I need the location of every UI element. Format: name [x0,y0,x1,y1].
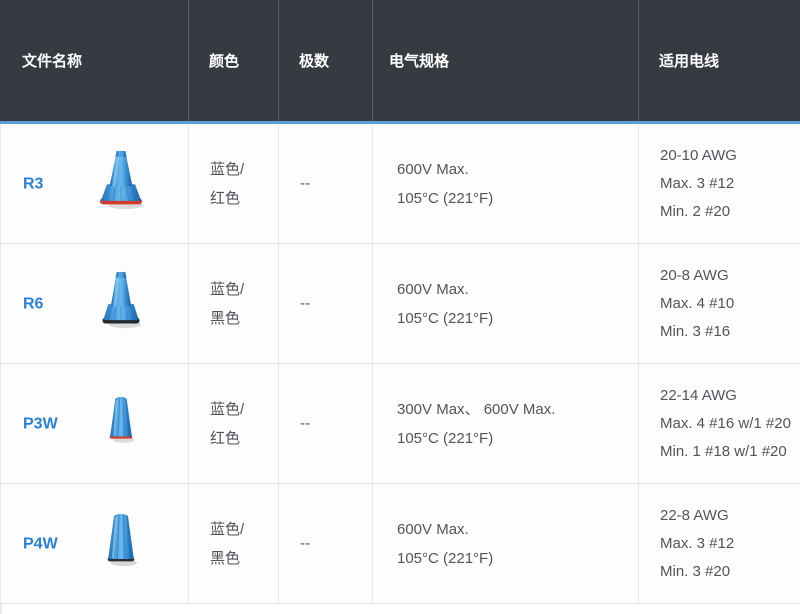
column-header-electrical-spec: 电气规格 [373,0,639,121]
poles-cell: -- [279,244,373,363]
applicable-wire-cell: 22-14 AWG Max. 4 #16 w/1 #20 Min. 1 #18 … [639,364,800,483]
electrical-spec-cell: 600V Max. 105°C (221°F) [373,244,639,363]
electrical-spec-cell: 600V Max. 105°C (221°F) [373,124,639,243]
poles-cell: -- [279,124,373,243]
product-link-p4w[interactable]: P4W [23,529,58,558]
partial-next-row [1,604,800,614]
file-name-cell: P3W [1,364,189,483]
color-cell: 蓝色/ 红色 [189,124,279,243]
table-body: R3 蓝色/ 红色 [0,124,800,614]
color-cell: 蓝色/ 黑色 [189,244,279,363]
column-header-applicable-wire: 适用电线 [639,0,800,121]
file-name-cell: R6 [1,244,189,363]
product-link-r3[interactable]: R3 [23,169,43,198]
table-row: P3W 蓝色/ 红色 -- 300V Ma [1,364,800,484]
wire-nut-image[interactable] [93,147,149,221]
column-header-file-name: 文件名称 [0,0,189,121]
product-link-p3w[interactable]: P3W [23,409,58,438]
poles-cell: -- [279,484,373,603]
wire-nut-image[interactable] [104,394,138,454]
product-link-r6[interactable]: R6 [23,289,43,318]
color-cell: 蓝色/ 红色 [189,364,279,483]
color-cell: 蓝色/ 黑色 [189,484,279,603]
column-header-color: 颜色 [189,0,279,121]
file-name-cell: R3 [1,124,189,243]
poles-cell: -- [279,364,373,483]
applicable-wire-cell: 20-8 AWG Max. 4 #10 Min. 3 #16 [639,244,800,363]
product-spec-table: 文件名称 颜色 极数 电气规格 适用电线 R3 [0,0,800,614]
applicable-wire-cell: 22-8 AWG Max. 3 #12 Min. 3 #20 [639,484,800,603]
column-header-poles: 极数 [279,0,373,121]
table-row: P4W 蓝色/ 黑色 -- 600V Ma [1,484,800,604]
table-row: R6 蓝色/ 黑色 [1,244,800,364]
electrical-spec-cell: 600V Max. 105°C (221°F) [373,484,639,603]
table-row: R3 蓝色/ 红色 [1,124,800,244]
wire-nut-image[interactable] [101,510,141,577]
wire-nut-image[interactable] [94,266,148,342]
table-header-row: 文件名称 颜色 极数 电气规格 适用电线 [0,0,800,121]
file-name-cell: P4W [1,484,189,603]
applicable-wire-cell: 20-10 AWG Max. 3 #12 Min. 2 #20 [639,124,800,243]
electrical-spec-cell: 300V Max、 600V Max. 105°C (221°F) [373,364,639,483]
